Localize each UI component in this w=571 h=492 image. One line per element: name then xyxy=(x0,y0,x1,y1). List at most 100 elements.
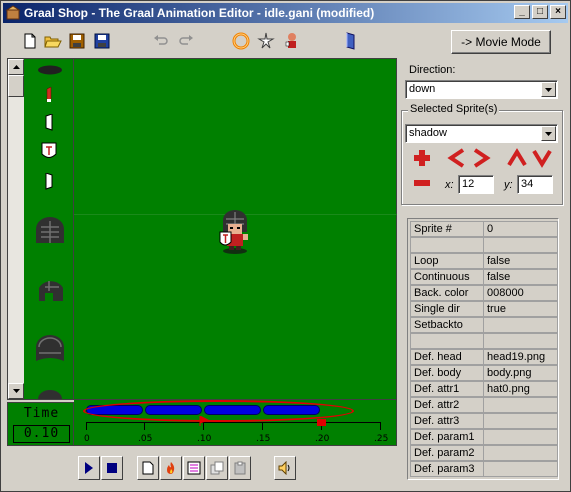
end-marker[interactable] xyxy=(317,418,327,430)
property-value[interactable] xyxy=(483,413,558,429)
minimize-icon: _ xyxy=(519,6,525,17)
shield-front-sprite[interactable] xyxy=(41,142,57,165)
maximize-button[interactable]: □ xyxy=(532,5,548,19)
property-row[interactable]: Def. param2 xyxy=(410,445,558,461)
chevron-down-icon[interactable] xyxy=(541,126,556,141)
property-row[interactable]: Def. attr1 hat0.png xyxy=(410,381,558,397)
property-value[interactable] xyxy=(483,429,558,445)
move-down-button[interactable] xyxy=(531,147,553,169)
selected-sprites-label: Selected Sprite(s) xyxy=(408,103,500,115)
save-as-icon[interactable] xyxy=(91,30,113,52)
x-field[interactable]: 12 xyxy=(458,175,494,194)
move-left-button[interactable] xyxy=(446,147,468,169)
helmet-side-sprite[interactable] xyxy=(35,275,67,308)
property-value[interactable]: 008000 xyxy=(483,285,558,301)
scroll-down-button[interactable] xyxy=(8,383,24,399)
close-button[interactable]: × xyxy=(550,5,566,19)
sprite-select[interactable]: shadow xyxy=(405,124,558,143)
property-value[interactable] xyxy=(483,237,558,253)
copy-frame-button[interactable] xyxy=(206,456,228,480)
property-row[interactable]: Def. head head19.png xyxy=(410,349,558,365)
property-row[interactable]: Def. body body.png xyxy=(410,365,558,381)
copy-frame-icon xyxy=(210,461,224,475)
paste-frame-button[interactable] xyxy=(183,456,205,480)
shadow-sprite[interactable] xyxy=(37,65,63,78)
open-folder-icon[interactable] xyxy=(42,30,64,52)
property-row[interactable]: Def. param3 xyxy=(410,461,558,477)
property-value[interactable]: 0 xyxy=(483,221,558,237)
property-value[interactable]: body.png xyxy=(483,365,558,381)
helmet-front-sprite[interactable] xyxy=(33,215,67,250)
book-icon[interactable] xyxy=(339,30,361,52)
property-row[interactable] xyxy=(410,333,558,349)
property-value[interactable]: true xyxy=(483,301,558,317)
sparkle-icon[interactable] xyxy=(255,30,277,52)
move-up-button[interactable] xyxy=(506,147,528,169)
property-row[interactable]: Def. param1 xyxy=(410,429,558,445)
scroll-thumb[interactable] xyxy=(8,75,24,97)
shield-side-sprite[interactable] xyxy=(44,113,54,135)
play-icon xyxy=(85,462,93,474)
property-row[interactable]: Back. color 008000 xyxy=(410,285,558,301)
paste-button[interactable] xyxy=(229,456,251,480)
character-icon[interactable] xyxy=(281,30,303,52)
tick-label: .05 xyxy=(138,434,153,444)
sprite-list-scrollbar[interactable] xyxy=(8,59,24,399)
add-sprite-button[interactable] xyxy=(411,147,433,169)
helmet-partial-sprite[interactable] xyxy=(35,389,65,402)
scroll-up-button[interactable] xyxy=(8,59,24,75)
property-value[interactable] xyxy=(483,317,558,333)
minimize-button[interactable]: _ xyxy=(514,5,530,19)
property-row[interactable]: Continuous false xyxy=(410,269,558,285)
property-value[interactable] xyxy=(483,397,558,413)
sound-button[interactable] xyxy=(274,456,296,480)
property-row[interactable]: Loop false xyxy=(410,253,558,269)
property-row[interactable]: Sprite #0 xyxy=(410,221,558,237)
property-row[interactable]: Def. attr3 xyxy=(410,413,558,429)
property-value[interactable]: head19.png xyxy=(483,349,558,365)
helmet-back-sprite[interactable] xyxy=(33,333,67,368)
remove-sprite-button[interactable] xyxy=(411,172,433,194)
timeline[interactable]: 0 .05 .10 .15 .20 .25 xyxy=(74,400,397,446)
property-value[interactable] xyxy=(483,445,558,461)
property-row[interactable]: Def. attr2 xyxy=(410,397,558,413)
play-button[interactable] xyxy=(78,456,100,480)
move-right-button[interactable] xyxy=(470,147,492,169)
player-character-sprite[interactable] xyxy=(217,210,253,257)
fire-button[interactable] xyxy=(160,456,182,480)
property-value[interactable]: false xyxy=(483,269,558,285)
movie-mode-button[interactable]: -> Movie Mode xyxy=(451,30,551,54)
animation-canvas[interactable] xyxy=(74,58,397,400)
direction-select[interactable]: down xyxy=(405,80,558,99)
property-row[interactable]: Single dir true xyxy=(410,301,558,317)
property-key: Back. color xyxy=(410,285,483,301)
chevron-up-icon xyxy=(507,148,527,167)
y-field[interactable]: 34 xyxy=(517,175,553,194)
sword-sprite[interactable] xyxy=(45,86,53,106)
timeline-axis xyxy=(86,422,380,423)
chevron-down-icon[interactable] xyxy=(541,82,556,97)
direction-value: down xyxy=(409,83,436,95)
ring-icon[interactable] xyxy=(230,30,252,52)
current-time-marker[interactable] xyxy=(199,415,210,429)
property-value[interactable]: false xyxy=(483,253,558,269)
sprite-list[interactable] xyxy=(7,58,74,400)
time-value-field[interactable]: 0.10 xyxy=(13,425,70,443)
new-file-icon[interactable] xyxy=(19,30,41,52)
shield-back-sprite[interactable] xyxy=(44,172,54,194)
save-icon[interactable] xyxy=(66,30,88,52)
stop-button[interactable] xyxy=(101,456,123,480)
property-value[interactable]: hat0.png xyxy=(483,381,558,397)
new-frame-button[interactable] xyxy=(137,456,159,480)
property-value[interactable] xyxy=(483,333,558,349)
property-value[interactable] xyxy=(483,461,558,477)
property-row[interactable] xyxy=(410,237,558,253)
undo-icon[interactable] xyxy=(150,30,172,52)
redo-icon[interactable] xyxy=(175,30,197,52)
plus-icon xyxy=(414,150,430,166)
property-row[interactable]: Setbackto xyxy=(410,317,558,333)
properties-table[interactable]: Sprite #0 Loop false Continuous false Back. c… xyxy=(407,218,559,480)
title-bar[interactable]: Graal Shop - The Graal Animation Editor … xyxy=(3,3,568,23)
paste-icon xyxy=(234,461,246,475)
property-key: Def. param3 xyxy=(410,461,483,477)
